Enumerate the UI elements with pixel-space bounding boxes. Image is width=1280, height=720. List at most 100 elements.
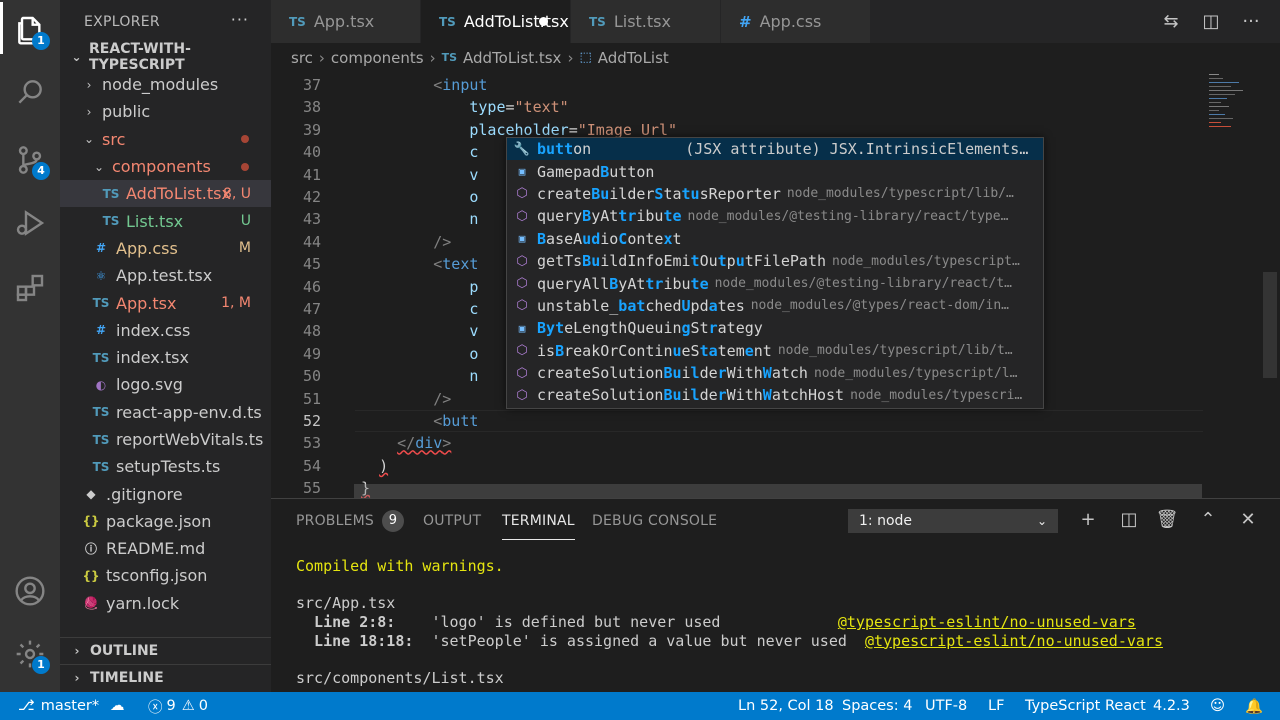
tab-debug-console[interactable]: DEBUG CONSOLE: [592, 499, 717, 543]
suggestion-item[interactable]: ⬡ queryAllByAttribute node_modules/@testin…: [507, 272, 1043, 294]
file-item[interactable]: TS reportWebVitals.ts: [60, 426, 271, 453]
run-debug-icon[interactable]: [10, 203, 50, 243]
file-item[interactable]: TS setupTests.ts: [60, 453, 271, 480]
tab-list-tsx[interactable]: TS List.tsx: [571, 0, 721, 43]
branch-indicator[interactable]: ⎇ master*: [18, 692, 99, 720]
tab-terminal[interactable]: TERMINAL: [502, 502, 575, 540]
breadcrumb-components[interactable]: components: [331, 49, 424, 67]
code-line[interactable]: o: [361, 345, 478, 363]
code-line[interactable]: <text: [361, 255, 478, 273]
suggestion-item[interactable]: ⬡ createSolutionBuilderWithWatch node_modu…: [507, 362, 1043, 384]
ts-version[interactable]: 4.2.3: [1153, 692, 1190, 720]
indentation[interactable]: Spaces: 4: [842, 692, 912, 720]
more-actions-icon[interactable]: ···: [1238, 11, 1264, 32]
file-item[interactable]: ◆ .gitignore: [60, 480, 271, 507]
end-of-line[interactable]: LF: [988, 692, 1004, 720]
suggestion-item[interactable]: ▣ GamepadButton: [507, 160, 1043, 182]
code-line[interactable]: />: [361, 233, 451, 251]
suggestion-item[interactable]: ⬡ unstable_batchedUpdates node_modules/@ty…: [507, 295, 1043, 317]
file-item[interactable]: ⚛ App.test.tsx: [60, 262, 271, 289]
folder-item[interactable]: › public: [60, 98, 271, 125]
tab-app-css[interactable]: # App.css: [721, 0, 871, 43]
suggestion-item[interactable]: ⬡ createBuilderStatusReporter node_modules…: [507, 183, 1043, 205]
sync-icon[interactable]: ☁: [110, 692, 125, 720]
tab-app-tsx[interactable]: TS App.tsx: [271, 0, 421, 43]
extensions-icon[interactable]: [10, 268, 50, 308]
file-item[interactable]: TS List.tsx U: [60, 207, 271, 234]
code-line[interactable]: <input: [361, 76, 487, 94]
outline-section[interactable]: › OUTLINE: [60, 637, 271, 664]
breadcrumb-symbol[interactable]: AddToList: [598, 49, 669, 67]
code-line[interactable]: ): [361, 457, 388, 475]
file-item[interactable]: # index.css: [60, 317, 271, 344]
file-item[interactable]: ◐ logo.svg: [60, 371, 271, 398]
source-control-icon[interactable]: 4: [10, 140, 50, 180]
tab-problems[interactable]: PROBLEMS 9: [296, 499, 405, 543]
minimap[interactable]: [1205, 72, 1265, 498]
file-item[interactable]: ⓘ README.md: [60, 535, 271, 562]
explorer-icon[interactable]: 1: [10, 10, 50, 50]
account-icon[interactable]: [10, 571, 50, 611]
file-item[interactable]: TS index.tsx: [60, 344, 271, 371]
breadcrumb-src[interactable]: src: [291, 49, 313, 67]
settings-gear-icon[interactable]: 1: [10, 634, 50, 674]
folder-item[interactable]: ⌄ components: [60, 153, 271, 180]
compare-changes-icon[interactable]: ⇆: [1158, 11, 1184, 32]
code-line[interactable]: c: [361, 143, 478, 161]
file-item[interactable]: TS AddToList.tsx 8, U: [60, 180, 271, 208]
file-item[interactable]: {} tsconfig.json: [60, 562, 271, 589]
code-line[interactable]: p: [361, 278, 478, 296]
more-actions-icon[interactable]: ···: [231, 10, 249, 29]
code-line[interactable]: v: [361, 166, 478, 184]
new-terminal-icon[interactable]: +: [1076, 509, 1100, 530]
suggestion-item[interactable]: ▣ BaseAudioContext: [507, 228, 1043, 250]
code-line[interactable]: n: [361, 367, 478, 385]
suggestion-item[interactable]: ⬡ getTsBuildInfoEmitOutputFilePath node_mo…: [507, 250, 1043, 272]
eslint-rule-link[interactable]: @typescript-eslint/no-unused-vars: [865, 632, 1163, 650]
breadcrumb-file[interactable]: AddToList.tsx: [463, 49, 561, 67]
tab-output[interactable]: OUTPUT: [423, 499, 481, 543]
file-item[interactable]: 🧶 yarn.lock: [60, 590, 271, 617]
notifications-bell-icon[interactable]: 🔔: [1245, 692, 1263, 720]
code-line[interactable]: <butt: [361, 412, 478, 430]
autocomplete-suggestions[interactable]: 🔧 button (JSX attribute) JSX.IntrinsicElem…: [506, 137, 1044, 409]
split-terminal-icon[interactable]: ◫: [1117, 509, 1141, 530]
code-line[interactable]: />: [361, 390, 451, 408]
vertical-scrollbar[interactable]: [1263, 272, 1277, 378]
code-line[interactable]: v: [361, 322, 478, 340]
maximize-panel-icon[interactable]: ⌃: [1196, 509, 1220, 530]
eslint-rule-link[interactable]: @typescript-eslint/no-unused-vars: [838, 613, 1136, 631]
timeline-section[interactable]: › TIMELINE: [60, 664, 271, 691]
file-item[interactable]: TS App.tsx 1, M: [60, 289, 271, 316]
code-line[interactable]: c: [361, 300, 478, 318]
code-line[interactable]: n: [361, 210, 478, 228]
split-editor-icon[interactable]: ◫: [1198, 11, 1224, 32]
problems-indicator[interactable]: ⓧ 9 ⚠ 0: [148, 692, 208, 720]
close-panel-icon[interactable]: ✕: [1236, 509, 1260, 530]
suggestion-item[interactable]: ▣ ByteLengthQueuingStrategy: [507, 317, 1043, 339]
tab-addtolist-tsx[interactable]: TS AddToList.tsx: [421, 0, 571, 43]
file-item[interactable]: TS react-app-env.d.ts: [60, 399, 271, 426]
code-line[interactable]: type="text": [361, 98, 568, 116]
suggestion-item[interactable]: 🔧 button (JSX attribute) JSX.IntrinsicElem…: [507, 138, 1043, 161]
file-item[interactable]: # App.css M: [60, 235, 271, 262]
file-item[interactable]: {} package.json: [60, 508, 271, 535]
horizontal-scrollbar[interactable]: [354, 484, 1202, 498]
folder-item[interactable]: › node_modules: [60, 71, 271, 98]
suggestion-item[interactable]: ⬡ queryByAttribute node_modules/@testing-l…: [507, 205, 1043, 227]
language-mode[interactable]: TypeScript React: [1025, 692, 1146, 720]
search-icon[interactable]: [10, 72, 50, 112]
cursor-position[interactable]: Ln 52, Col 18: [738, 692, 834, 720]
feedback-icon[interactable]: ☺: [1210, 692, 1225, 720]
unsaved-dot-icon[interactable]: [539, 17, 548, 26]
workspace-root[interactable]: ⌄ REACT-WITH-TYPESCRIPT: [60, 41, 271, 73]
terminal-line: src/App.tsx: [296, 594, 395, 612]
encoding[interactable]: UTF-8: [925, 692, 967, 720]
suggestion-item[interactable]: ⬡ isBreakOrContinueStatement node_modules/…: [507, 340, 1043, 362]
terminal-select[interactable]: 1: node ⌄: [848, 509, 1058, 533]
code-line[interactable]: o: [361, 188, 478, 206]
trash-icon[interactable]: 🗑: [1155, 509, 1179, 530]
suggestion-item[interactable]: ⬡ createSolutionBuilderWithWatchHost node_…: [507, 384, 1043, 406]
code-line[interactable]: </div>: [361, 434, 451, 452]
folder-item[interactable]: ⌄ src: [60, 126, 271, 153]
